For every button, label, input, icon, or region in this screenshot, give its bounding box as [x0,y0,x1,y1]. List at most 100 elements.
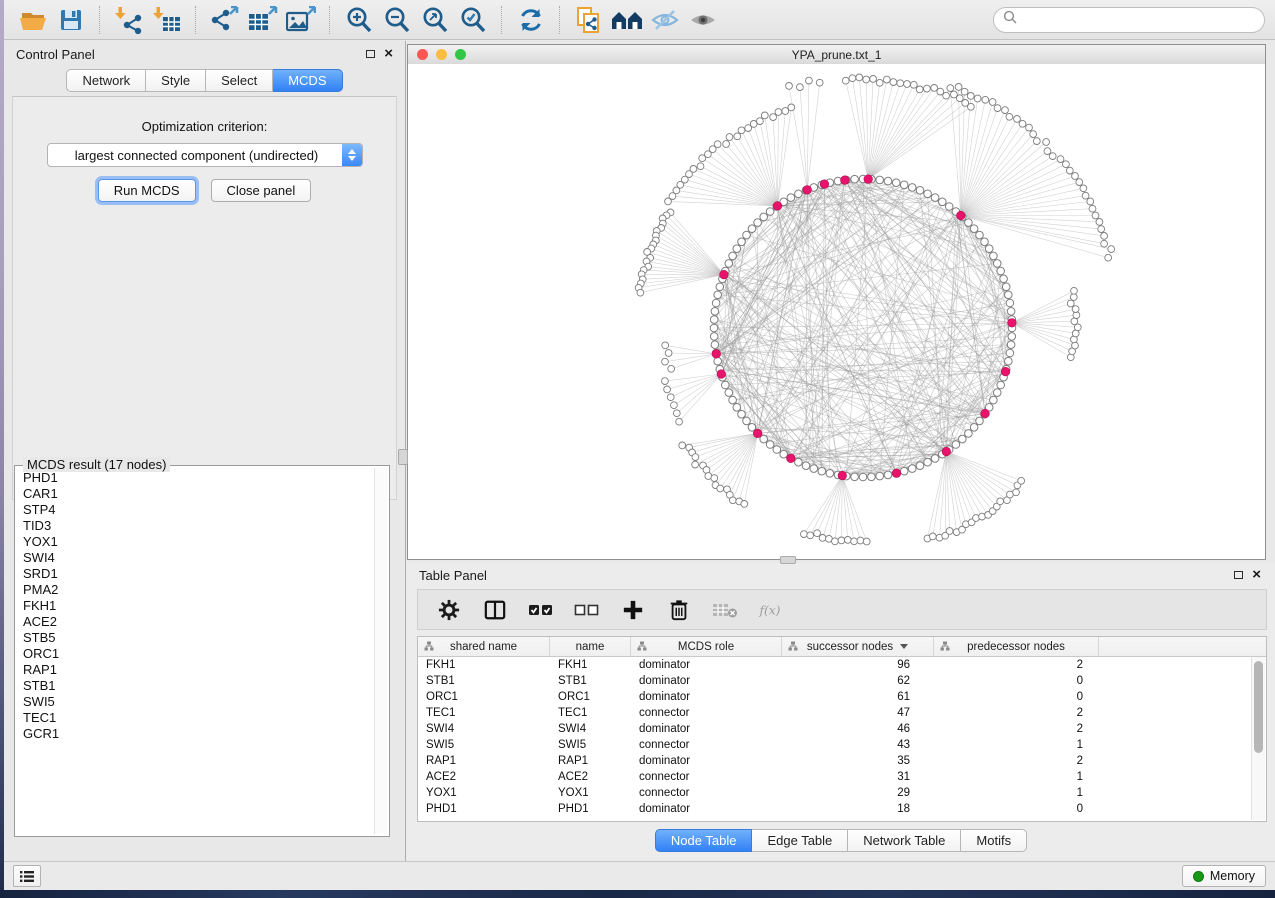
table-row[interactable]: TEC1TEC1connector472 [418,705,1266,721]
deselect-all-icon[interactable] [574,597,600,623]
application-window: Control Panel × NetworkStyleSelectMCDS O… [0,0,1275,898]
toggle-columns-icon[interactable] [482,597,508,623]
tab-node-table[interactable]: Node Table [655,829,753,852]
export-image-icon[interactable] [284,3,318,37]
table-row[interactable]: STB1STB1dominator620 [418,673,1266,689]
table-cell: 43 [782,737,934,753]
table-cell: 2 [934,657,1099,673]
mcds-result-item[interactable]: STB1 [17,678,373,694]
network-canvas[interactable] [408,64,1265,559]
column-label: shared name [450,641,517,653]
import-network-icon[interactable] [112,3,146,37]
task-history-button[interactable] [13,865,41,887]
optimization-criterion-select[interactable]: largest connected component (undirected) [47,143,363,167]
mcds-result-item[interactable]: FKH1 [17,598,373,614]
table-scrollbar[interactable] [1251,657,1265,820]
run-mcds-button[interactable]: Run MCDS [98,179,196,202]
tab-motifs[interactable]: Motifs [961,829,1027,852]
table-cell: SWI4 [418,721,550,737]
mcds-result-item[interactable]: SWI5 [17,694,373,710]
memory-status-icon [1193,871,1204,882]
mcds-result-item[interactable]: PHD1 [17,470,373,486]
table-cell: SWI5 [418,737,550,753]
vertical-splitter-handle[interactable] [398,449,408,465]
close-panel-button[interactable]: Close panel [211,179,312,202]
column-header-successor-nodes[interactable]: successor nodes [782,637,934,656]
tab-style[interactable]: Style [146,69,206,92]
mcds-result-item[interactable]: SWI4 [17,550,373,566]
table-row[interactable]: YOX1YOX1connector291 [418,785,1266,801]
mcds-result-item[interactable]: GCR1 [17,726,373,742]
zoom-selected-icon[interactable] [456,3,490,37]
mcds-result-item[interactable]: SRD1 [17,566,373,582]
table-scrollbar-thumb[interactable] [1254,661,1263,753]
mcds-result-item[interactable]: ACE2 [17,614,373,630]
mcds-list-scrollbar[interactable] [374,468,387,834]
mcds-result-list[interactable]: PHD1CAR1STP4TID3YOX1SWI4SRD1PMA2FKH1ACE2… [17,470,373,834]
table-cell: STB1 [550,673,631,689]
tab-network[interactable]: Network [66,69,146,92]
save-icon[interactable] [54,3,88,37]
mcds-result-item[interactable]: STP4 [17,502,373,518]
table-row[interactable]: ORC1ORC1dominator610 [418,689,1266,705]
zoom-out-icon[interactable] [380,3,414,37]
mcds-result-item[interactable]: YOX1 [17,534,373,550]
table-row[interactable]: ACE2ACE2connector311 [418,769,1266,785]
table-toolbar: f(x) [417,589,1267,630]
table-row[interactable]: SWI4SWI4dominator462 [418,721,1266,737]
search-input[interactable] [1023,12,1255,28]
column-label: predecessor nodes [967,641,1065,653]
table-row[interactable]: PHD1PHD1dominator180 [418,801,1266,817]
float-table-panel-icon[interactable] [1234,571,1243,579]
column-header-shared-name[interactable]: shared name [418,637,550,656]
float-panel-icon[interactable] [366,50,375,58]
zoom-in-icon[interactable] [342,3,376,37]
table-cell: YOX1 [418,785,550,801]
close-panel-icon[interactable]: × [384,48,393,60]
zoom-fit-icon[interactable] [418,3,452,37]
show-all-icon[interactable] [686,3,720,37]
delete-row-icon[interactable] [666,597,692,623]
import-table-icon[interactable] [150,3,184,37]
mcds-result-item[interactable]: TID3 [17,518,373,534]
export-network-icon[interactable] [208,3,242,37]
export-table-icon[interactable] [246,3,280,37]
tab-edge-table[interactable]: Edge Table [752,829,848,852]
network-window-title: YPA_prune.txt_1 [408,48,1265,62]
select-all-icon[interactable] [528,597,554,623]
table-row[interactable]: FKH1FKH1dominator962 [418,657,1266,673]
table-cell: 31 [782,769,934,785]
first-neighbors-icon[interactable] [610,3,644,37]
table-cell: 47 [782,705,934,721]
tab-select[interactable]: Select [206,69,273,92]
table-cell: 46 [782,721,934,737]
column-header-predecessor-nodes[interactable]: predecessor nodes [934,637,1099,656]
optimization-criterion-value: largest connected component (undirected) [48,148,342,163]
search-field[interactable] [993,7,1265,33]
mcds-result-item[interactable]: ORC1 [17,646,373,662]
memory-button[interactable]: Memory [1182,865,1266,887]
column-header-mcds-role[interactable]: MCDS role [631,637,782,656]
close-table-panel-icon[interactable]: × [1252,569,1261,581]
table-row[interactable]: RAP1RAP1dominator352 [418,753,1266,769]
node-table: shared name nameMCDS rolesuccessor nodes p… [417,636,1267,822]
hide-selected-icon[interactable] [648,3,682,37]
mcds-result-item[interactable]: TEC1 [17,710,373,726]
network-window-titlebar[interactable]: YPA_prune.txt_1 [408,45,1265,65]
table-settings-icon[interactable] [436,597,462,623]
clone-network-icon[interactable] [572,3,606,37]
column-header-name[interactable]: name [550,637,631,656]
mcds-result-item[interactable]: PMA2 [17,582,373,598]
table-row[interactable]: SWI5SWI5connector431 [418,737,1266,753]
tab-network-table[interactable]: Network Table [848,829,961,852]
table-cell: connector [631,769,782,785]
tab-mcds[interactable]: MCDS [273,69,342,92]
refresh-layout-icon[interactable] [514,3,548,37]
mcds-result-item[interactable]: STB5 [17,630,373,646]
mcds-result-item[interactable]: RAP1 [17,662,373,678]
horizontal-splitter-handle[interactable] [780,556,796,564]
mcds-result-item[interactable]: CAR1 [17,486,373,502]
open-file-icon[interactable] [16,3,50,37]
table-cell: SWI5 [550,737,631,753]
add-row-icon[interactable] [620,597,646,623]
